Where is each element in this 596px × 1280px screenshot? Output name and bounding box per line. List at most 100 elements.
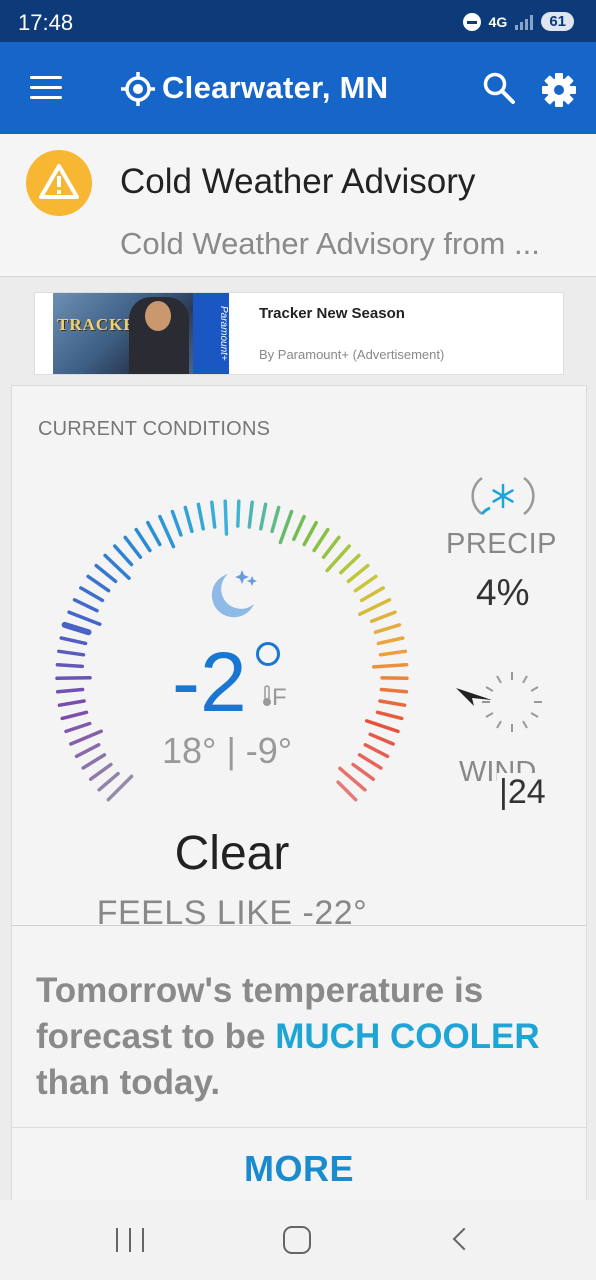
dial-tick <box>376 636 405 646</box>
system-nav-bar <box>0 1200 596 1280</box>
dial-tick <box>55 676 92 681</box>
dial-tick <box>371 662 409 669</box>
do-not-disturb-icon <box>462 12 481 31</box>
precip-value: 4% <box>476 572 530 613</box>
temperature-unit[interactable]: F <box>262 684 287 712</box>
network-type: 4G <box>488 13 508 30</box>
ad-title[interactable]: Tracker New Season <box>259 305 405 322</box>
dial-tick <box>123 535 143 559</box>
compass-tick <box>496 675 502 684</box>
compass-tick <box>522 675 528 684</box>
advisory-subtitle: Cold Weather Advisory from ... <box>120 226 540 261</box>
dial-tick <box>312 527 330 553</box>
dial-tick <box>278 509 294 545</box>
dial-tick <box>359 586 385 603</box>
warning-icon <box>26 150 92 216</box>
dial-tick <box>74 743 101 759</box>
dial-tick <box>55 662 85 669</box>
location-title[interactable]: Clearwater, MN <box>162 70 388 106</box>
dial-tick <box>223 499 229 536</box>
dial-tick <box>64 721 92 734</box>
dial-tick <box>61 621 92 636</box>
compass-tick <box>522 720 528 729</box>
status-bar: 17:48 4G 61 <box>0 0 596 42</box>
weather-advisory[interactable]: Cold Weather Advisory Cold Weather Advis… <box>0 134 596 277</box>
degree-symbol <box>256 642 280 666</box>
recent-apps-icon[interactable] <box>116 1228 144 1252</box>
compass-tick <box>496 720 502 729</box>
dial-tick <box>247 500 254 529</box>
dial-tick <box>373 623 402 634</box>
dial-tick <box>292 514 306 542</box>
advertisement[interactable]: TRACKER Paramount+ Tracker New Season By… <box>34 292 564 375</box>
dial-tick <box>69 729 103 746</box>
dial-tick <box>236 499 241 528</box>
dial-tick <box>321 535 341 559</box>
app-bar: Clearwater, MN <box>0 42 596 134</box>
location-icon[interactable] <box>120 71 156 107</box>
dial-tick <box>183 505 194 534</box>
dial-tick <box>358 598 392 616</box>
dial-tick <box>57 649 86 657</box>
dial-tick <box>336 780 358 802</box>
more-button[interactable]: MORE <box>11 1127 587 1202</box>
compass-tick <box>530 712 539 718</box>
dial-tick <box>196 502 205 531</box>
current-conditions-card[interactable]: CURRENT CONDITIONS -2 F 18° | -9° PRECIP… <box>11 385 587 927</box>
ad-source: By Paramount+ (Advertisement) <box>259 347 445 362</box>
dial-tick <box>353 574 378 593</box>
dial-tick <box>368 732 395 746</box>
current-temperature: -2 <box>172 635 247 729</box>
dial-tick <box>346 563 370 584</box>
section-label: CURRENT CONDITIONS <box>38 418 271 440</box>
dial-tick <box>97 771 120 792</box>
dial-tick <box>259 502 268 531</box>
thermometer-icon <box>263 685 271 706</box>
precip-label: PRECIP <box>446 528 557 560</box>
signal-icon <box>515 14 534 30</box>
home-icon[interactable] <box>283 1226 311 1254</box>
dial-tick <box>55 687 85 694</box>
dial-tick <box>363 743 390 759</box>
dial-tick <box>351 762 376 781</box>
battery-indicator: 61 <box>541 12 574 31</box>
unit-letter: F <box>272 684 287 711</box>
dial-tick <box>379 687 409 694</box>
forecast-highlight: MUCH COOLER <box>275 1017 540 1056</box>
dial-tick <box>270 505 281 534</box>
compass-icon <box>456 672 542 732</box>
dial-tick <box>113 544 134 567</box>
ad-image[interactable]: TRACKER Paramount+ <box>53 293 229 374</box>
snowflake-icon <box>471 476 535 516</box>
search-icon[interactable] <box>482 71 516 105</box>
forecast-text-end: than today. <box>36 1063 221 1102</box>
compass-tick <box>485 686 494 692</box>
dial-tick <box>375 710 404 721</box>
dial-tick <box>378 649 407 657</box>
dial-tick <box>134 527 152 553</box>
dial-tick <box>86 574 111 593</box>
compass-tick <box>485 712 494 718</box>
dial-tick <box>146 520 162 547</box>
advisory-title: Cold Weather Advisory <box>120 162 476 201</box>
dial-tick <box>59 636 88 646</box>
dial-tick <box>170 509 183 537</box>
dial-tick <box>378 699 407 707</box>
forecast-text: Tomorrow's temperature is forecast to be… <box>36 968 576 1106</box>
dial-tick <box>369 610 397 624</box>
dial-tick <box>94 563 118 584</box>
dial-tick <box>302 520 318 547</box>
back-icon[interactable] <box>452 1227 476 1251</box>
dial-tick <box>210 500 217 529</box>
more-label: MORE <box>244 1148 354 1189</box>
menu-icon[interactable] <box>30 76 62 100</box>
wind-value: |24 <box>497 773 546 812</box>
dial-tick <box>72 598 99 613</box>
compass-tick <box>530 686 539 692</box>
dial-tick <box>57 699 86 707</box>
forecast-summary[interactable]: Tomorrow's temperature is forecast to be… <box>11 925 587 1129</box>
gear-icon[interactable] <box>540 71 578 109</box>
dial-tick <box>81 753 107 770</box>
dial-tick <box>79 586 105 603</box>
wind-direction-arrow <box>456 688 492 706</box>
